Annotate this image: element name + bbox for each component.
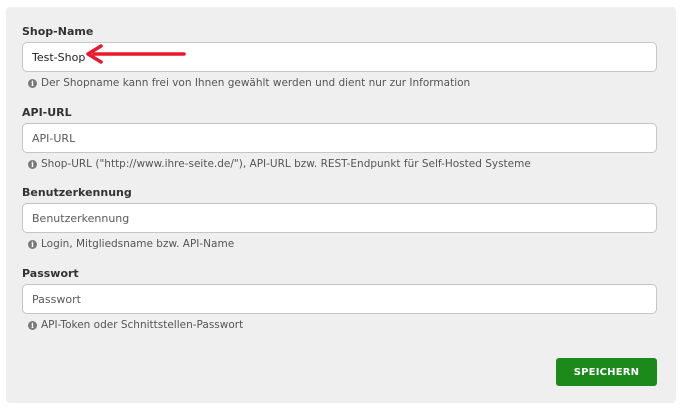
password-input[interactable]: [22, 284, 657, 314]
shop-name-hint-text: Der Shopname kann frei von Ihnen gewählt…: [41, 77, 471, 89]
api-url-hint: i Shop-URL ("http://www.ihre-seite.de/")…: [22, 157, 657, 171]
info-icon: i: [28, 239, 37, 249]
username-hint: i Login, Mitgliedsname bzw. API-Name: [22, 237, 657, 251]
info-icon: i: [28, 159, 37, 169]
settings-form-panel: Shop-Name i Der Shopname kann frei von I…: [6, 7, 676, 403]
password-label: Passwort: [22, 267, 79, 280]
shop-name-label: Shop-Name: [22, 25, 94, 38]
username-label: Benutzerkennung: [22, 186, 132, 199]
save-button[interactable]: SPEICHERN: [556, 358, 657, 386]
info-icon: i: [28, 320, 37, 330]
username-input[interactable]: [22, 203, 657, 233]
api-url-input[interactable]: [22, 123, 657, 153]
password-field: Passwort i API-Token oder Schnittstellen…: [22, 267, 657, 332]
info-icon: i: [28, 78, 37, 88]
password-hint-text: API-Token oder Schnittstellen-Passwort: [41, 319, 244, 331]
shop-name-hint: i Der Shopname kann frei von Ihnen gewäh…: [22, 76, 657, 90]
username-field: Benutzerkennung i Login, Mitgliedsname b…: [22, 186, 657, 251]
api-url-label: API-URL: [22, 106, 72, 119]
api-url-hint-text: Shop-URL ("http://www.ihre-seite.de/"), …: [41, 158, 531, 170]
red-arrow-icon: [86, 44, 186, 64]
api-url-field: API-URL i Shop-URL ("http://www.ihre-sei…: [22, 106, 657, 171]
username-hint-text: Login, Mitgliedsname bzw. API-Name: [41, 238, 235, 250]
password-hint: i API-Token oder Schnittstellen-Passwort: [22, 318, 657, 332]
